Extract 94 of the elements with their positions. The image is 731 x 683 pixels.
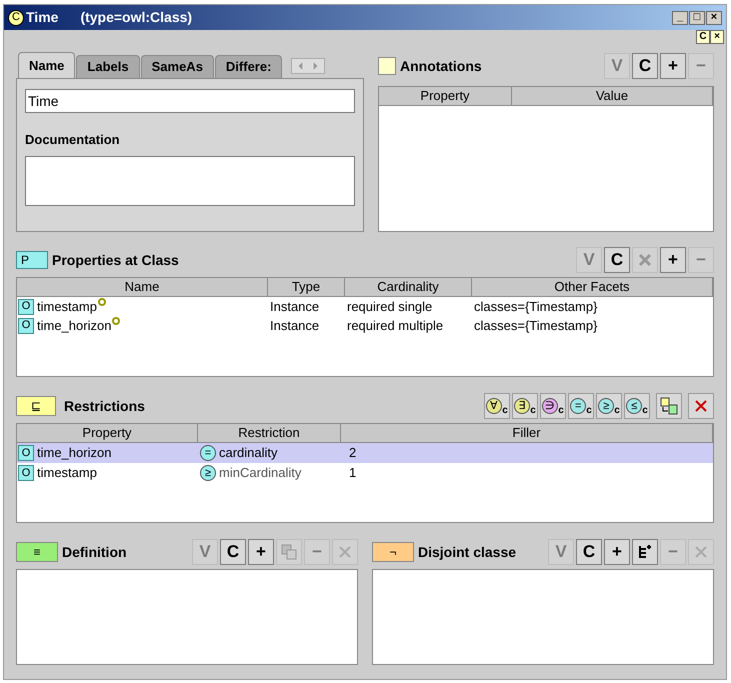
- ring-icon: [112, 316, 120, 325]
- properties-icon: P: [16, 251, 48, 269]
- section-title: Annotations: [400, 56, 483, 76]
- toolbar-button[interactable]: C: [576, 539, 602, 565]
- close-icon: [694, 545, 708, 559]
- tab-scroll-buttons[interactable]: [291, 58, 326, 74]
- table-cell-text: required multiple: [346, 316, 444, 335]
- column-header[interactable]: Name: [17, 278, 268, 296]
- panel-control[interactable]: ×: [710, 30, 724, 44]
- column-header[interactable]: Cardinality: [345, 278, 472, 296]
- table-cell-text: cardinality: [219, 444, 278, 462]
- toolbar-button[interactable]: C: [632, 53, 658, 79]
- tab[interactable]: Differe:: [214, 55, 282, 78]
- restriction-subscript: c: [558, 404, 564, 418]
- quantifier-button[interactable]: ∋ c: [540, 393, 566, 419]
- property-icon: O: [18, 318, 34, 334]
- equivalent-icon: ≡: [16, 542, 58, 562]
- table-cell-text: 1: [348, 464, 356, 482]
- quantifier-button[interactable]: ≥ c: [596, 393, 622, 419]
- property-icon: O: [18, 445, 34, 461]
- restriction-subscript: c: [502, 404, 508, 418]
- section-title: Properties at Class: [52, 250, 180, 270]
- table-cell-text: timestamp: [37, 298, 97, 316]
- note-icon: [378, 57, 396, 75]
- section-title: Disjoint classe: [418, 542, 518, 562]
- table-cell-text: classes={Timestamp}: [473, 316, 598, 335]
- close-icon: [694, 399, 708, 413]
- tab[interactable]: Labels: [76, 55, 140, 78]
- copy-icon: [281, 544, 297, 560]
- restriction-subscript: c: [586, 404, 592, 418]
- remove-icon: [638, 253, 652, 267]
- toolbar-button[interactable]: C: [220, 539, 246, 565]
- restriction-subscript: c: [642, 404, 648, 418]
- window-control[interactable]: □: [689, 10, 705, 24]
- table-row[interactable]: O time_horizon = cardinality 2: [17, 443, 713, 463]
- tree-button[interactable]: [632, 539, 658, 565]
- column-header[interactable]: Filler: [341, 424, 713, 442]
- tab[interactable]: Name: [18, 52, 76, 78]
- panel-control[interactable]: C: [696, 30, 710, 44]
- window-title: Time: [26, 8, 58, 27]
- property-icon: O: [18, 465, 34, 481]
- quantifier-button[interactable]: ≤ c: [624, 393, 650, 419]
- documentation-field[interactable]: [25, 156, 355, 206]
- toolbar-button[interactable]: C: [604, 247, 630, 273]
- table-cell-text: 2: [348, 444, 356, 462]
- tab[interactable]: SameAs: [140, 55, 214, 78]
- table-cell-text: time_horizon: [37, 316, 112, 335]
- column-header[interactable]: Type: [268, 278, 345, 296]
- toolbar-button[interactable]: +: [660, 53, 686, 79]
- restriction-symbol: =: [570, 398, 586, 414]
- column-header[interactable]: Other Facets: [472, 278, 713, 296]
- restriction-symbol: ≥: [598, 398, 614, 414]
- quantifier-button[interactable]: ∀ c: [484, 393, 510, 419]
- restriction-symbol: ≤: [626, 398, 642, 414]
- tree-icon: [637, 544, 653, 560]
- subclass-icon: ⊑: [16, 396, 56, 416]
- table-cell-text: time_horizon: [37, 444, 112, 462]
- negation-icon: ¬: [372, 542, 414, 562]
- documentation-label: Documentation: [25, 131, 121, 149]
- toolbar-button[interactable]: +: [604, 539, 630, 565]
- restriction-symbol: ∋: [542, 398, 558, 414]
- restriction-symbol: =: [200, 445, 216, 461]
- close-icon: [338, 545, 352, 559]
- column-header[interactable]: Value: [512, 87, 713, 105]
- convert-button[interactable]: [656, 393, 682, 419]
- class-icon: C: [8, 10, 24, 26]
- restriction-symbol: ∀: [486, 398, 502, 414]
- delete-button[interactable]: [688, 393, 714, 419]
- quantifier-button[interactable]: = c: [568, 393, 594, 419]
- quantifier-button[interactable]: ∃ c: [512, 393, 538, 419]
- toolbar-button[interactable]: +: [660, 247, 686, 273]
- ring-icon: [98, 298, 106, 306]
- column-header[interactable]: Property: [17, 424, 198, 442]
- window-subtitle: (type=owl:Class): [80, 8, 192, 27]
- name-field[interactable]: Time: [25, 89, 355, 113]
- table-cell-text: timestamp: [37, 464, 97, 482]
- table-cell-text: classes={Timestamp}: [473, 298, 598, 316]
- toolbar-button[interactable]: +: [248, 539, 274, 565]
- table-cell-text: required single: [346, 298, 434, 316]
- restriction-subscript: c: [614, 404, 620, 418]
- restriction-subscript: c: [530, 404, 536, 418]
- section-title: Restrictions: [64, 396, 146, 416]
- section-title: Definition: [62, 542, 128, 562]
- restriction-symbol: ≥: [200, 465, 216, 481]
- restriction-symbol: ∃: [514, 398, 530, 414]
- window-control[interactable]: ×: [706, 10, 722, 24]
- table-cell-text: minCardinality: [219, 464, 302, 482]
- column-header[interactable]: Property: [379, 87, 512, 105]
- table-cell-text: Instance: [269, 298, 320, 316]
- table-cell-text: Instance: [269, 316, 320, 335]
- column-header[interactable]: Restriction: [198, 424, 341, 442]
- convert-icon: [660, 397, 678, 415]
- window-control[interactable]: _: [672, 10, 688, 24]
- property-icon: O: [18, 298, 34, 314]
